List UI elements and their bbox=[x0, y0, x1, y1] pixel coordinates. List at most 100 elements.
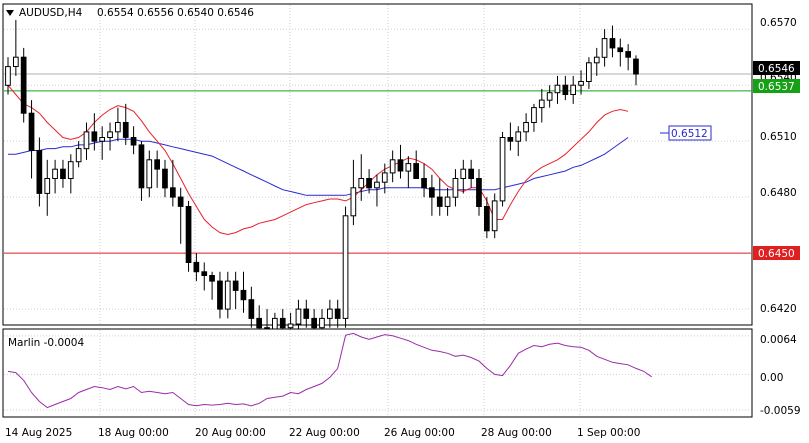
candle-body bbox=[389, 159, 396, 174]
current-price-label: 0.6546 bbox=[758, 63, 795, 75]
candle-body bbox=[91, 131, 98, 142]
candle-body bbox=[625, 51, 631, 58]
candle-body bbox=[452, 178, 459, 198]
candle-body bbox=[28, 112, 35, 151]
candle-body bbox=[224, 280, 231, 310]
candle-body bbox=[397, 159, 404, 172]
candle-body bbox=[13, 56, 19, 68]
candle-body bbox=[177, 196, 184, 207]
osc-tick-label: 0.0064 bbox=[760, 334, 797, 346]
candle-body bbox=[130, 137, 137, 146]
candle-body bbox=[209, 275, 215, 282]
candle-body bbox=[491, 200, 498, 232]
candle-body bbox=[515, 131, 522, 142]
candle-body bbox=[538, 99, 545, 109]
time-tick-label: 14 Aug 2025 bbox=[5, 427, 72, 439]
candle-body bbox=[162, 168, 168, 189]
candle-body bbox=[507, 137, 514, 142]
candle-body bbox=[381, 172, 388, 183]
candle-body bbox=[20, 56, 27, 114]
candle-body bbox=[523, 122, 529, 133]
candle-body bbox=[413, 163, 419, 180]
green-level-label: 0.6537 bbox=[758, 81, 795, 93]
candle-body bbox=[429, 187, 435, 198]
candle-body bbox=[484, 206, 490, 232]
candle-body bbox=[562, 84, 569, 95]
oscillator-axis: 0.0064 0.00 -0.0059 bbox=[760, 334, 801, 417]
candle-body bbox=[327, 308, 333, 319]
oscillator-label: Marlin -0.0004 bbox=[8, 337, 84, 349]
oscillator-pane bbox=[2, 328, 753, 418]
time-tick-label: 28 Aug 00:00 bbox=[481, 427, 552, 439]
symbol-timeframe: AUDUSD,H4 bbox=[19, 7, 83, 19]
candle-body bbox=[633, 58, 639, 75]
candle-body bbox=[342, 215, 349, 319]
time-tick-label: 22 Aug 00:00 bbox=[289, 427, 360, 439]
candle-body bbox=[83, 131, 90, 150]
candle-body bbox=[334, 308, 341, 319]
price-tick-label: 0.6510 bbox=[760, 131, 797, 143]
candle-body bbox=[154, 159, 161, 170]
time-axis: 14 Aug 2025 18 Aug 00:00 20 Aug 00:00 22… bbox=[5, 427, 640, 439]
candle-body bbox=[138, 144, 145, 189]
osc-tick-label: -0.0059 bbox=[760, 405, 801, 417]
candle-body bbox=[436, 196, 443, 207]
candle-body bbox=[460, 168, 467, 179]
candle-body bbox=[75, 148, 82, 163]
candle-body bbox=[295, 308, 302, 325]
candle-body bbox=[122, 122, 129, 138]
candle-body bbox=[617, 47, 624, 53]
candle-body bbox=[279, 317, 286, 329]
candle-body bbox=[107, 131, 113, 138]
price-tick-label: 0.6570 bbox=[760, 17, 797, 29]
candle-body bbox=[287, 323, 294, 329]
candle-body bbox=[350, 187, 357, 217]
candle-body bbox=[115, 122, 121, 133]
candle-body bbox=[232, 280, 239, 291]
candle-body bbox=[609, 38, 616, 49]
candle-body bbox=[52, 168, 58, 179]
candle-body bbox=[311, 317, 317, 329]
time-tick-label: 20 Aug 00:00 bbox=[195, 427, 266, 439]
candle-body bbox=[546, 92, 553, 101]
candle-body bbox=[170, 187, 176, 198]
candle-body bbox=[476, 178, 482, 207]
chart-canvas: AUDUSD,H4 0.6554 0.6556 0.6540 0.6546 0.… bbox=[2, 3, 801, 439]
blue-ma-callout-label: 0.6512 bbox=[671, 128, 708, 140]
candle-body bbox=[421, 178, 427, 189]
candle-body bbox=[578, 81, 584, 86]
time-tick-label: 26 Aug 00:00 bbox=[384, 427, 455, 439]
candle-body bbox=[201, 271, 208, 276]
candle-body bbox=[240, 289, 247, 301]
candle-body bbox=[146, 159, 153, 189]
candle-body bbox=[366, 178, 372, 189]
candle-body bbox=[217, 280, 223, 310]
candle-body bbox=[499, 137, 506, 202]
candle-body bbox=[374, 181, 380, 189]
osc-tick-label: 0.00 bbox=[760, 372, 783, 384]
candle-body bbox=[44, 178, 51, 194]
candle-body bbox=[99, 137, 106, 142]
candle-body bbox=[185, 206, 192, 263]
candle-body bbox=[405, 163, 412, 172]
candle-body bbox=[586, 62, 592, 82]
candle-body bbox=[5, 66, 11, 86]
candle-body bbox=[319, 317, 325, 329]
candle-body bbox=[554, 84, 561, 94]
candle-body bbox=[248, 299, 255, 319]
candle-body bbox=[531, 107, 537, 123]
candle-body bbox=[468, 168, 474, 179]
candle-body bbox=[256, 317, 262, 329]
candle-body bbox=[358, 178, 365, 189]
candle-body bbox=[67, 161, 74, 179]
candle-body bbox=[36, 150, 43, 194]
price-tick-label: 0.6480 bbox=[760, 187, 797, 199]
price-tick-label: 0.6420 bbox=[760, 303, 797, 315]
time-tick-label: 18 Aug 00:00 bbox=[98, 427, 169, 439]
candle-body bbox=[570, 84, 576, 95]
time-tick-label: 1 Sep 00:00 bbox=[577, 427, 640, 439]
price-pane bbox=[2, 3, 753, 326]
candle-body bbox=[193, 261, 200, 273]
ohlc-values: 0.6554 0.6556 0.6540 0.6546 bbox=[97, 7, 254, 19]
candle-body bbox=[601, 38, 608, 58]
